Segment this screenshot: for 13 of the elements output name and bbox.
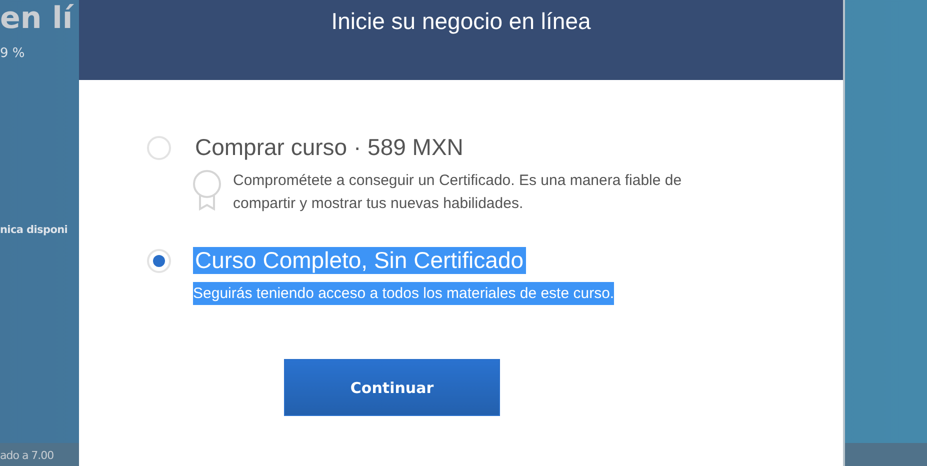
radio-button[interactable] bbox=[147, 249, 171, 273]
dialog-title: Inicie su negocio en línea bbox=[331, 8, 591, 35]
option-title[interactable]: Curso Completo, Sin Certificado bbox=[193, 247, 526, 274]
rating-text: 9 % bbox=[0, 46, 26, 61]
option-title[interactable]: Comprar curso · 589 MXN bbox=[193, 134, 466, 161]
radio-button[interactable] bbox=[147, 136, 171, 160]
option-description: Seguirás teniendo acceso a todos los materiales de este curso. bbox=[193, 282, 614, 305]
option-description: Comprométete a conseguir un Certificado. Es una manera fiable de compartir y mostrar tus nuevas habilidades. bbox=[233, 171, 683, 214]
info-text: nica disponi bbox=[0, 224, 69, 236]
footer-text: ado a 7.00 bbox=[0, 449, 54, 463]
ribbon-badge-icon bbox=[193, 169, 221, 211]
continue-button[interactable]: Continuar bbox=[284, 359, 500, 416]
page-heading: en lí bbox=[0, 0, 75, 38]
